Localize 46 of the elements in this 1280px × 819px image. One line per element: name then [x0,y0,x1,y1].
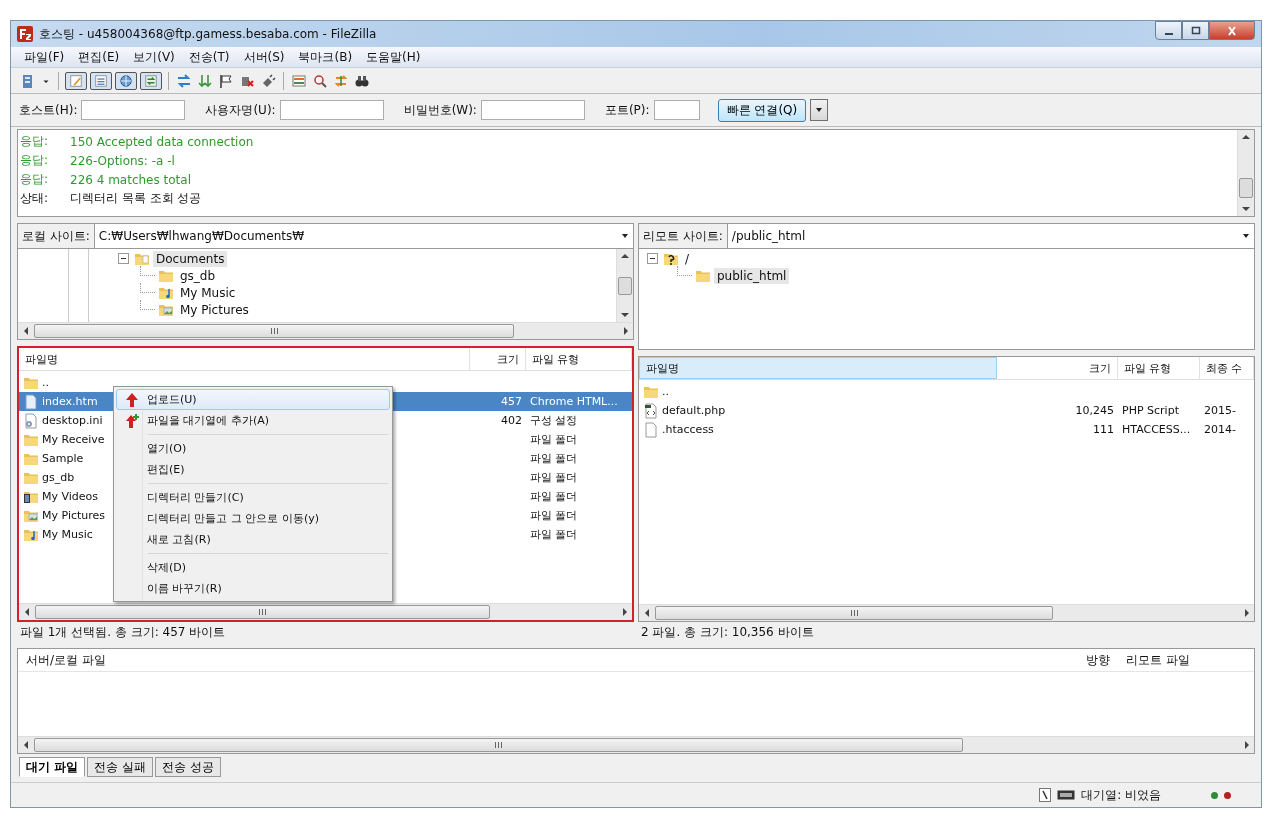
field-label: 사용자명(U): [205,101,276,119]
log-message: 226 4 matches total [70,172,191,187]
file-type: 파일 폴더 [530,527,578,542]
log-message: 디렉터리 목록 조회 성공 [70,190,202,207]
file-name: My Pictures [42,509,106,522]
status-text: 2 파일. 총 크기: 10,356 바이트 [640,623,815,641]
site-label: 리모트 사이트: [639,224,728,248]
field-label: 호스트(H): [19,101,78,119]
file-size: 111 [1093,423,1114,436]
log-prefix: 응답: [19,171,50,188]
file-name: gs_db [42,471,75,484]
file-name: Sample [42,452,84,465]
file-size: 10,245 [1075,404,1114,417]
site-label: 로컬 사이트: [18,224,95,248]
file-type: PHP Script [1122,404,1179,417]
file-name: .. [42,376,49,389]
file-type: 구성 설정 [530,413,578,428]
file-name: .. [662,385,669,398]
file-name: My Videos [42,490,99,503]
window-title: 호스팅 - u458004368@ftp.gamess.besaba.com - FileZilla [39,25,377,43]
log-prefix: 응답: [19,152,50,169]
field-label: 포트(P): [604,101,650,119]
file-type: 파일 폴더 [530,451,578,466]
file-name: .htaccess [662,423,714,436]
modified-date: 2014- [1204,423,1236,436]
file-type: HTACCESS... [1122,423,1191,436]
log-message: 226-Options: -a -l [70,153,175,168]
file-type: 파일 폴더 [530,470,578,485]
file-name: index.htm [42,395,98,408]
log-prefix: 응답: [19,133,50,150]
file-size: 457 [501,395,522,408]
file-type: 파일 폴더 [530,489,578,504]
file-name: desktop.ini [42,414,103,427]
field-label: 비밀번호(W): [403,101,477,119]
file-type: 파일 폴더 [530,432,578,447]
file-type: Chrome HTML... [530,395,618,408]
file-type: 파일 폴더 [530,508,578,523]
log-message: 150 Accepted data connection [70,134,254,149]
log-prefix: 상태: [19,190,50,207]
file-name: My Receive [42,433,105,446]
status-text: 파일 1개 선택됨. 총 크기: 457 바이트 [19,623,227,641]
file-name: default.php [662,404,726,417]
modified-date: 2015- [1204,404,1236,417]
file-size: 402 [501,414,522,427]
file-name: My Music [42,528,93,541]
queue-status: 대기열: 비었음 [1081,786,1161,804]
